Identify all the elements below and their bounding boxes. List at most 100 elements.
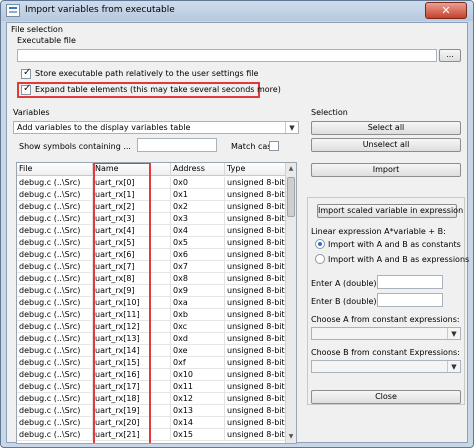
cell-file: debug.c (..\Src) [17, 429, 93, 441]
cell-type: unsigned 8-bit [225, 261, 287, 273]
cell-file: debug.c (..\Src) [17, 261, 93, 273]
browse-button[interactable]: ... [439, 49, 461, 62]
file-selection-label: File selection [11, 25, 63, 34]
unselect-all-button[interactable]: Unselect all [311, 138, 461, 152]
table-row[interactable]: debug.c (..\Src) uart_rx[11] 0xb unsigned 8… [17, 309, 287, 321]
table-row[interactable]: debug.c (..\Src) uart_rx[9] 0x9 unsigned 8-… [17, 285, 287, 297]
cell-file: debug.c (..\Src) [17, 417, 93, 429]
choose-a-dropdown[interactable]: ▼ [311, 327, 461, 340]
scroll-up-arrow-icon[interactable]: ▲ [286, 163, 296, 175]
radio-expressions[interactable] [315, 254, 325, 264]
cell-address: 0x3 [171, 213, 225, 225]
cell-file: debug.c (..\Src) [17, 201, 93, 213]
cell-file: debug.c (..\Src) [17, 237, 93, 249]
cell-address: 0x12 [171, 393, 225, 405]
table-body: debug.c (..\Src) uart_rx[0] 0x0 unsigned 8-… [17, 177, 287, 441]
cell-type: unsigned 8-bit [225, 225, 287, 237]
executable-file-label: Executable file [17, 36, 76, 45]
table-row[interactable]: debug.c (..\Src) uart_rx[2] 0x2 unsigned 8-… [17, 201, 287, 213]
enter-b-input[interactable] [377, 293, 443, 307]
cell-type: unsigned 8-bit [225, 393, 287, 405]
cell-file: debug.c (..\Src) [17, 309, 93, 321]
name-column-highlight-box [93, 163, 151, 443]
scroll-down-arrow-icon[interactable]: ▼ [286, 431, 296, 443]
table-row[interactable]: debug.c (..\Src) uart_rx[1] 0x1 unsigned 8-… [17, 189, 287, 201]
cell-type: unsigned 8-bit [225, 369, 287, 381]
import-button[interactable]: Import [311, 163, 461, 177]
table-row[interactable]: debug.c (..\Src) uart_rx[19] 0x13 unsigned … [17, 405, 287, 417]
window-title: Import variables from executable [25, 5, 175, 15]
table-row[interactable]: debug.c (..\Src) uart_rx[17] 0x11 unsigned … [17, 381, 287, 393]
executable-file-input[interactable] [17, 49, 437, 62]
cell-address: 0x0 [171, 177, 225, 189]
table-row[interactable]: debug.c (..\Src) uart_rx[3] 0x3 unsigned 8-… [17, 213, 287, 225]
cell-type: unsigned 8-bit [225, 237, 287, 249]
close-button[interactable]: Close [311, 390, 461, 404]
table-row[interactable]: debug.c (..\Src) uart_rx[0] 0x0 unsigned 8-… [17, 177, 287, 189]
table-row[interactable]: debug.c (..\Src) uart_rx[14] 0xe unsigned 8… [17, 345, 287, 357]
table-row[interactable]: debug.c (..\Src) uart_rx[5] 0x5 unsigned 8-… [17, 237, 287, 249]
chevron-down-icon: ▼ [447, 328, 460, 339]
table-row[interactable]: debug.c (..\Src) uart_rx[10] 0xa unsigned 8… [17, 297, 287, 309]
expand-table-label: Expand table elements (this may take sev… [35, 85, 281, 94]
cell-file: debug.c (..\Src) [17, 393, 93, 405]
table-row[interactable]: debug.c (..\Src) uart_rx[18] 0x12 unsigned … [17, 393, 287, 405]
cell-address: 0x1 [171, 189, 225, 201]
cell-type: unsigned 8-bit [225, 357, 287, 369]
cell-file: debug.c (..\Src) [17, 405, 93, 417]
table-row[interactable]: debug.c (..\Src) uart_rx[4] 0x4 unsigned 8-… [17, 225, 287, 237]
table-row[interactable]: debug.c (..\Src) uart_rx[20] 0x14 unsigned … [17, 417, 287, 429]
cell-file: debug.c (..\Src) [17, 177, 93, 189]
column-header-type[interactable]: Type [225, 163, 287, 176]
table-row[interactable]: debug.c (..\Src) uart_rx[15] 0xf unsigned 8… [17, 357, 287, 369]
enter-a-input[interactable] [377, 275, 443, 289]
cell-file: debug.c (..\Src) [17, 285, 93, 297]
match-case-checkbox[interactable] [269, 141, 279, 151]
table-row[interactable]: debug.c (..\Src) uart_rx[13] 0xd unsigned 8… [17, 333, 287, 345]
cell-file: debug.c (..\Src) [17, 225, 93, 237]
import-scaled-button[interactable]: Import scaled variable in expression [317, 204, 463, 218]
radio-constants[interactable] [315, 239, 325, 249]
table-row[interactable]: debug.c (..\Src) uart_rx[12] 0xc unsigned 8… [17, 321, 287, 333]
table-row[interactable]: debug.c (..\Src) uart_rx[6] 0x6 unsigned 8-… [17, 249, 287, 261]
cell-address: 0x2 [171, 201, 225, 213]
cell-type: unsigned 8-bit [225, 345, 287, 357]
dialog-content: File selection Executable file ... Store… [6, 22, 469, 444]
table-row[interactable]: debug.c (..\Src) uart_rx[21] 0x15 unsigned … [17, 429, 287, 441]
cell-address: 0x7 [171, 261, 225, 273]
table-scrollbar[interactable]: ▲ ▼ [285, 163, 296, 443]
choose-a-label: Choose A from constant expressions: [311, 315, 460, 324]
cell-address: 0x5 [171, 237, 225, 249]
cell-file: debug.c (..\Src) [17, 369, 93, 381]
cell-file: debug.c (..\Src) [17, 249, 93, 261]
table-row[interactable]: debug.c (..\Src) uart_rx[8] 0x8 unsigned 8-… [17, 273, 287, 285]
cell-file: debug.c (..\Src) [17, 357, 93, 369]
cell-type: unsigned 8-bit [225, 177, 287, 189]
choose-b-dropdown[interactable]: ▼ [311, 360, 461, 373]
column-header-address[interactable]: Address [171, 163, 225, 176]
cell-type: unsigned 8-bit [225, 213, 287, 225]
chevron-down-icon: ▼ [447, 361, 460, 372]
window-close-button[interactable]: ✕ [425, 2, 467, 19]
cell-file: debug.c (..\Src) [17, 297, 93, 309]
cell-type: unsigned 8-bit [225, 333, 287, 345]
cell-address: 0xd [171, 333, 225, 345]
chevron-down-icon: ▼ [285, 122, 298, 133]
cell-file: debug.c (..\Src) [17, 189, 93, 201]
title-bar: Import variables from executable ✕ [1, 1, 473, 21]
variables-mode-dropdown[interactable]: Add variables to the display variables t… [13, 121, 299, 134]
cell-type: unsigned 8-bit [225, 429, 287, 441]
table-row[interactable]: debug.c (..\Src) uart_rx[16] 0x10 unsigned … [17, 369, 287, 381]
cell-type: unsigned 8-bit [225, 321, 287, 333]
cell-address: 0x8 [171, 273, 225, 285]
cell-type: unsigned 8-bit [225, 417, 287, 429]
column-header-file[interactable]: File [17, 163, 93, 176]
cell-file: debug.c (..\Src) [17, 333, 93, 345]
cell-file: debug.c (..\Src) [17, 321, 93, 333]
store-relative-checkbox[interactable] [21, 67, 31, 79]
search-symbols-input[interactable] [137, 138, 217, 152]
table-row[interactable]: debug.c (..\Src) uart_rx[7] 0x7 unsigned 8-… [17, 261, 287, 273]
scroll-thumb[interactable] [287, 177, 295, 217]
expand-table-checkbox[interactable] [21, 83, 31, 95]
select-all-button[interactable]: Select all [311, 121, 461, 135]
